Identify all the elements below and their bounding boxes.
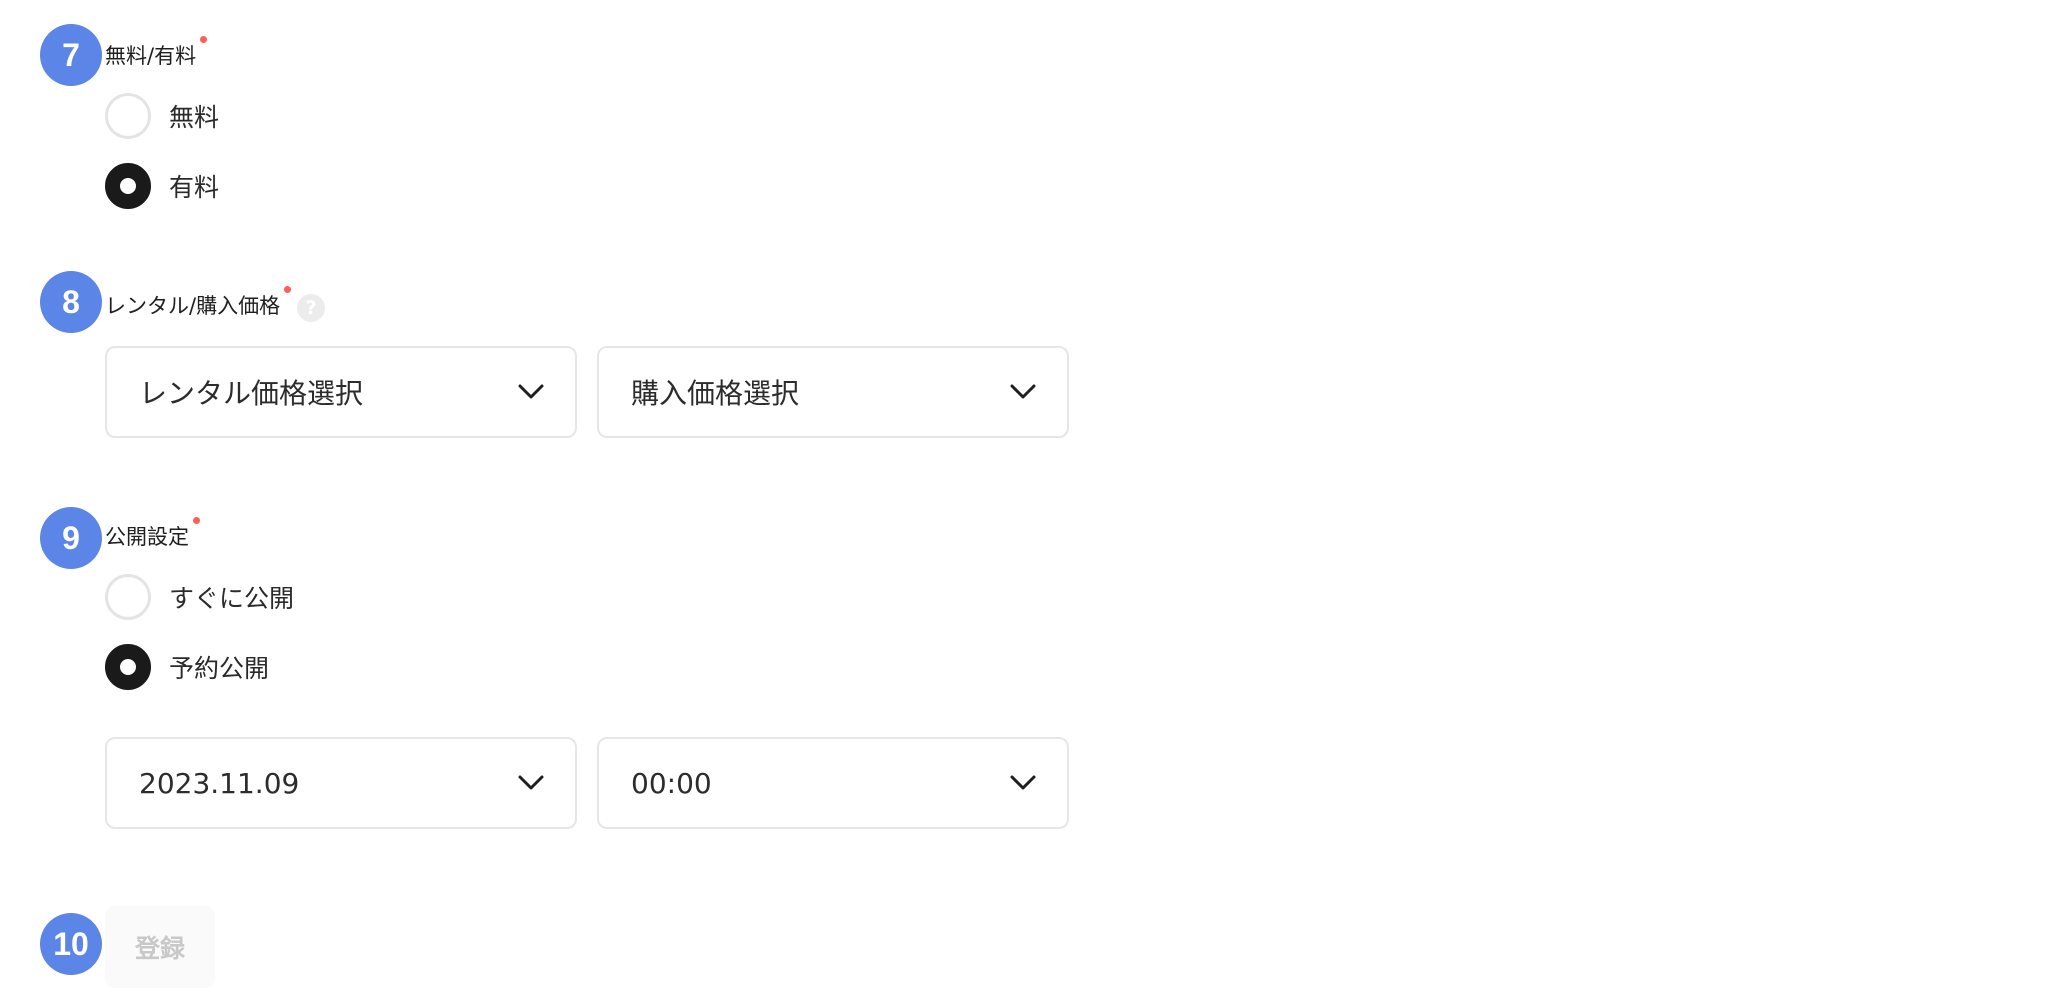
radio-publish-now-circle[interactable]: [105, 574, 151, 620]
radio-paid-label: 有料: [169, 173, 220, 202]
time-select-value: 00:00: [631, 766, 712, 800]
publish-setting-label: 公開設定: [105, 517, 200, 551]
required-marker: [284, 286, 292, 293]
radio-paid-circle[interactable]: [105, 163, 151, 209]
required-marker: [193, 517, 200, 524]
chevron-down-icon: [1009, 378, 1037, 406]
free-paid-label-text: 無料/有料: [105, 44, 197, 68]
chevron-down-icon: [517, 769, 545, 797]
radio-scheduled-label: 予約公開: [169, 654, 270, 683]
date-select[interactable]: 2023.11.09: [105, 737, 577, 829]
radio-free[interactable]: 無料: [105, 93, 219, 139]
purchase-price-select[interactable]: 購入価格選択: [597, 346, 1069, 438]
step-badge-7: 7: [40, 24, 102, 86]
help-icon[interactable]: ?: [297, 294, 326, 322]
step-badge-8: 8: [40, 271, 102, 333]
rental-price-select[interactable]: レンタル価格選択: [105, 346, 577, 438]
radio-paid[interactable]: 有料: [105, 163, 219, 209]
radio-publish-now-label: すぐに公開: [169, 584, 295, 613]
time-select[interactable]: 00:00: [597, 737, 1069, 829]
chevron-down-icon: [517, 378, 545, 406]
step-badge-10: 10: [40, 913, 102, 975]
price-label: レンタル/購入価格 ?: [105, 286, 326, 322]
publish-setting-label-text: 公開設定: [105, 525, 189, 549]
radio-free-circle[interactable]: [105, 93, 151, 139]
chevron-down-icon: [1009, 769, 1037, 797]
rental-price-select-value: レンタル価格選択: [139, 377, 364, 410]
date-select-value: 2023.11.09: [139, 766, 300, 800]
radio-scheduled[interactable]: 予約公開: [105, 644, 269, 690]
radio-free-label: 無料: [169, 103, 220, 132]
purchase-price-select-value: 購入価格選択: [631, 377, 800, 410]
radio-scheduled-circle[interactable]: [105, 644, 151, 690]
required-marker: [200, 36, 208, 43]
free-paid-label: 無料/有料: [105, 36, 208, 70]
radio-publish-now[interactable]: すぐに公開: [105, 574, 294, 620]
register-button[interactable]: 登録: [105, 906, 215, 988]
price-label-text: レンタル/購入価格: [105, 294, 281, 318]
step-badge-9: 9: [40, 507, 102, 569]
